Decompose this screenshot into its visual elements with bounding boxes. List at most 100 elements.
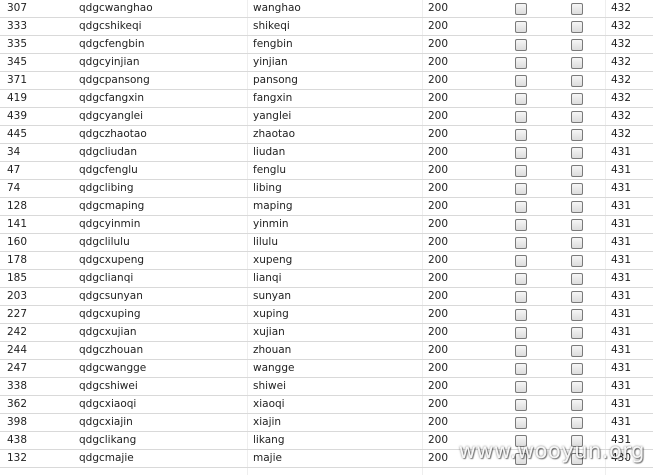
cell-status-code: 200: [428, 272, 449, 284]
data-table: 307 qdgcwanghao wanghao 200 432 333 qdgcshikeq…: [0, 0, 653, 468]
row-checkbox[interactable]: [515, 399, 527, 411]
table-row[interactable]: 362 qdgcxiaoqi xiaoqi 200 431: [0, 396, 653, 414]
table-row[interactable]: 203 qdgcsunyan sunyan 200 431: [0, 288, 653, 306]
cell-name: shiwei: [253, 380, 287, 392]
cell-name: majie: [253, 452, 282, 464]
cell-username: qdgclianqi: [79, 272, 134, 284]
row-checkbox[interactable]: [515, 147, 527, 159]
table-row[interactable]: 371 qdgcpansong pansong 200 432: [0, 72, 653, 90]
cell-id: 227: [7, 308, 28, 320]
row-checkbox[interactable]: [515, 201, 527, 213]
row-checkbox[interactable]: [515, 363, 527, 375]
cell-count: 431: [611, 236, 632, 248]
row-checkbox[interactable]: [515, 291, 527, 303]
row-checkbox[interactable]: [571, 309, 583, 321]
cell-name: pansong: [253, 74, 298, 86]
row-checkbox[interactable]: [571, 327, 583, 339]
table-row[interactable]: 335 qdgcfengbin fengbin 200 432: [0, 36, 653, 54]
row-checkbox[interactable]: [515, 165, 527, 177]
row-checkbox[interactable]: [571, 399, 583, 411]
table-row[interactable]: 141 qdgcyinmin yinmin 200 431: [0, 216, 653, 234]
table-row[interactable]: 419 qdgcfangxin fangxin 200 432: [0, 90, 653, 108]
row-checkbox[interactable]: [571, 291, 583, 303]
row-checkbox[interactable]: [571, 273, 583, 285]
row-checkbox[interactable]: [571, 111, 583, 123]
table-row[interactable]: 227 qdgcxuping xuping 200 431: [0, 306, 653, 324]
row-checkbox[interactable]: [571, 129, 583, 141]
row-checkbox[interactable]: [571, 417, 583, 429]
row-checkbox[interactable]: [515, 309, 527, 321]
row-checkbox[interactable]: [515, 75, 527, 87]
table-row[interactable]: 244 qdgczhouan zhouan 200 431: [0, 342, 653, 360]
cell-count: 432: [611, 128, 632, 140]
cell-id: 338: [7, 380, 28, 392]
table-row[interactable]: 333 qdgcshikeqi shikeqi 200 432: [0, 18, 653, 36]
cell-status-code: 200: [428, 308, 449, 320]
row-checkbox[interactable]: [571, 381, 583, 393]
table-row[interactable]: 345 qdgcyinjian yinjian 200 432: [0, 54, 653, 72]
row-checkbox[interactable]: [515, 381, 527, 393]
row-checkbox[interactable]: [571, 201, 583, 213]
table-row[interactable]: 439 qdgcyanglei yanglei 200 432: [0, 108, 653, 126]
table-row[interactable]: 178 qdgcxupeng xupeng 200 431: [0, 252, 653, 270]
table-row[interactable]: 307 qdgcwanghao wanghao 200 432: [0, 0, 653, 18]
cell-username: qdgcxiaoqi: [79, 398, 137, 410]
table-row[interactable]: 398 qdgcxiajin xiajin 200 431: [0, 414, 653, 432]
row-checkbox[interactable]: [571, 237, 583, 249]
cell-count: 431: [611, 164, 632, 176]
row-checkbox[interactable]: [515, 3, 527, 15]
row-checkbox[interactable]: [571, 345, 583, 357]
cell-status-code: 200: [428, 110, 449, 122]
row-checkbox[interactable]: [515, 255, 527, 267]
row-checkbox[interactable]: [515, 21, 527, 33]
row-checkbox[interactable]: [515, 183, 527, 195]
row-checkbox[interactable]: [571, 363, 583, 375]
cell-username: qdgcwanghao: [79, 2, 153, 14]
cell-id: 362: [7, 398, 28, 410]
cell-status-code: 200: [428, 254, 449, 266]
table-row[interactable]: 242 qdgcxujian xujian 200 431: [0, 324, 653, 342]
row-checkbox[interactable]: [571, 165, 583, 177]
row-checkbox[interactable]: [571, 39, 583, 51]
row-checkbox[interactable]: [515, 57, 527, 69]
cell-username: qdgclibing: [79, 182, 134, 194]
row-checkbox[interactable]: [571, 93, 583, 105]
table-row[interactable]: 47 qdgcfenglu fenglu 200 431: [0, 162, 653, 180]
row-checkbox[interactable]: [515, 219, 527, 231]
cell-username: qdgcfenglu: [79, 164, 138, 176]
table-row[interactable]: 445 qdgczhaotao zhaotao 200 432: [0, 126, 653, 144]
table-row[interactable]: 74 qdgclibing libing 200 431: [0, 180, 653, 198]
cell-status-code: 200: [428, 2, 449, 14]
cell-id: 307: [7, 2, 28, 14]
row-checkbox[interactable]: [515, 417, 527, 429]
table-row[interactable]: 34 qdgcliudan liudan 200 431: [0, 144, 653, 162]
table-row[interactable]: 160 qdgclilulu lilulu 200 431: [0, 234, 653, 252]
row-checkbox[interactable]: [515, 273, 527, 285]
row-checkbox[interactable]: [515, 237, 527, 249]
table-row[interactable]: 185 qdgclianqi lianqi 200 431: [0, 270, 653, 288]
cell-count: 432: [611, 38, 632, 50]
row-checkbox[interactable]: [571, 183, 583, 195]
row-checkbox[interactable]: [571, 57, 583, 69]
cell-count: 431: [611, 146, 632, 158]
table-row[interactable]: 247 qdgcwangge wangge 200 431: [0, 360, 653, 378]
row-checkbox[interactable]: [515, 111, 527, 123]
cell-count: 431: [611, 200, 632, 212]
row-checkbox[interactable]: [515, 345, 527, 357]
row-checkbox[interactable]: [571, 3, 583, 15]
row-checkbox[interactable]: [571, 147, 583, 159]
table-row[interactable]: 128 qdgcmaping maping 200 431: [0, 198, 653, 216]
cell-count: 431: [611, 290, 632, 302]
row-checkbox[interactable]: [571, 219, 583, 231]
row-checkbox[interactable]: [571, 75, 583, 87]
row-checkbox[interactable]: [515, 129, 527, 141]
row-checkbox[interactable]: [515, 39, 527, 51]
row-checkbox[interactable]: [515, 327, 527, 339]
row-checkbox[interactable]: [515, 93, 527, 105]
cell-name: shikeqi: [253, 20, 290, 32]
row-checkbox[interactable]: [571, 21, 583, 33]
cell-id: 438: [7, 434, 28, 446]
table-row[interactable]: 338 qdgcshiwei shiwei 200 431: [0, 378, 653, 396]
cell-status-code: 200: [428, 362, 449, 374]
row-checkbox[interactable]: [571, 255, 583, 267]
